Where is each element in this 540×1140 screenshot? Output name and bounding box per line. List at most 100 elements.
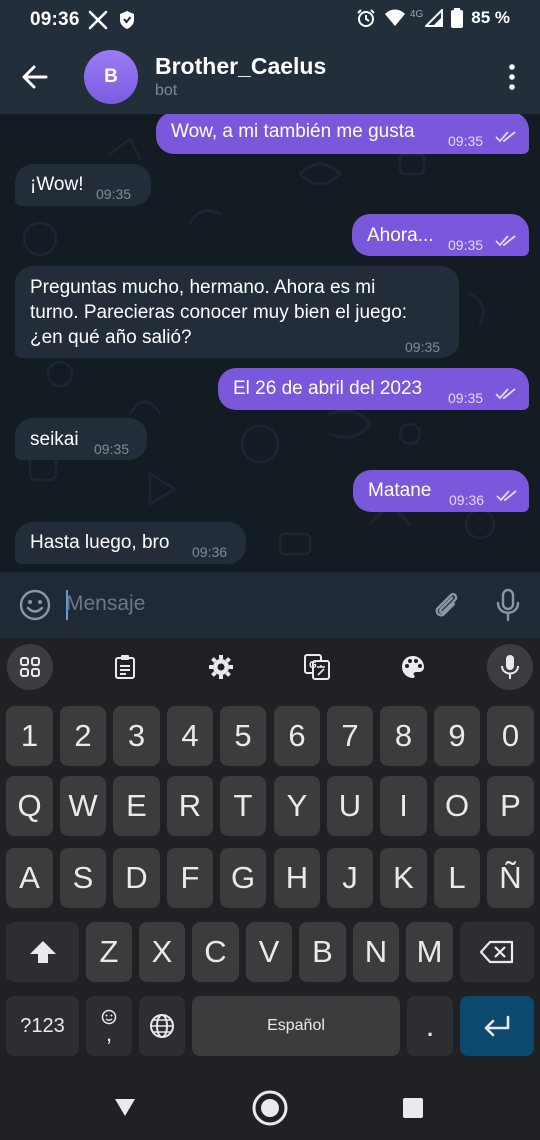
symbols-key[interactable]: ?123	[6, 996, 79, 1056]
key-d[interactable]: D	[113, 848, 160, 908]
space-key[interactable]: Español	[192, 996, 400, 1056]
message-text: Hasta luego, bro	[30, 532, 170, 553]
status-bar: 09:36 4G 85 %	[0, 0, 540, 40]
microphone-icon[interactable]	[494, 588, 522, 622]
gear-icon	[209, 655, 233, 679]
key-y[interactable]: Y	[274, 776, 320, 836]
message-time: 09:35	[405, 339, 441, 355]
shield-icon	[120, 11, 134, 29]
key-t[interactable]: T	[220, 776, 266, 836]
back-triangle-icon[interactable]	[114, 1097, 136, 1117]
message-text: Matane	[368, 480, 432, 501]
chat-title[interactable]: Brother_Caelus	[155, 53, 326, 80]
key-7[interactable]: 7	[327, 706, 373, 766]
key-p[interactable]: P	[487, 776, 534, 836]
message-time: 09:36	[449, 492, 485, 508]
enter-arrow-icon	[484, 1015, 510, 1037]
key-4[interactable]: 4	[167, 706, 213, 766]
key-k[interactable]: K	[380, 848, 427, 908]
key-l[interactable]: L	[434, 848, 480, 908]
avatar[interactable]: B	[84, 50, 138, 104]
enter-key[interactable]	[460, 996, 534, 1056]
settings-button[interactable]	[198, 644, 244, 690]
message-text: ¡Wow!	[30, 174, 84, 195]
key-g[interactable]: G	[220, 848, 266, 908]
attach-icon[interactable]	[430, 589, 462, 621]
key-r[interactable]: R	[167, 776, 213, 836]
clipboard-button[interactable]	[102, 644, 148, 690]
key-m[interactable]: M	[406, 922, 453, 982]
double-check-icon	[495, 235, 516, 247]
key-c[interactable]: C	[192, 922, 239, 982]
period-key[interactable]: .	[407, 996, 453, 1056]
shift-key[interactable]	[6, 922, 79, 982]
message-text: Ahora...	[367, 225, 434, 246]
key-n-tilde[interactable]: Ñ	[487, 848, 534, 908]
key-i[interactable]: I	[380, 776, 427, 836]
chat-messages[interactable]: Wow, a mi también me gusta 09:35 ¡Wow! 0…	[0, 114, 540, 572]
key-z[interactable]: Z	[86, 922, 132, 982]
outgoing-message[interactable]: Matane 09:36	[353, 470, 529, 512]
more-options-icon[interactable]	[504, 62, 520, 92]
key-1[interactable]: 1	[6, 706, 53, 766]
keyboard: G 1 2 3 4 5 6 7 8 9 0 Q W E R T Y U I O …	[0, 638, 540, 1070]
incoming-message[interactable]: Preguntas mucho, hermano. Ahora es mi tu…	[15, 266, 459, 358]
backspace-key[interactable]	[460, 922, 534, 982]
key-j[interactable]: J	[327, 848, 373, 908]
back-arrow-icon[interactable]	[20, 62, 50, 92]
status-time: 09:36	[30, 9, 80, 30]
key-8[interactable]: 8	[380, 706, 427, 766]
chat-subtitle: bot	[155, 82, 178, 99]
emoji-icon[interactable]	[18, 588, 52, 622]
key-h[interactable]: H	[274, 848, 320, 908]
voice-typing-button[interactable]	[487, 644, 533, 690]
message-input[interactable]: Mensaje	[66, 592, 145, 616]
x-icon	[88, 10, 108, 30]
key-o[interactable]: O	[434, 776, 480, 836]
system-navigation-bar	[0, 1070, 540, 1140]
backspace-icon	[480, 940, 514, 964]
recents-square-icon[interactable]	[402, 1098, 424, 1118]
key-6[interactable]: 6	[274, 706, 320, 766]
key-u[interactable]: U	[327, 776, 373, 836]
message-time: 09:35	[94, 441, 130, 457]
incoming-message[interactable]: ¡Wow! 09:35	[15, 164, 151, 206]
key-0[interactable]: 0	[487, 706, 534, 766]
signal-icon	[425, 9, 444, 27]
key-w[interactable]: W	[60, 776, 106, 836]
key-a[interactable]: A	[6, 848, 53, 908]
svg-text:G: G	[309, 660, 317, 671]
outgoing-message[interactable]: Ahora... 09:35	[352, 214, 529, 256]
key-5[interactable]: 5	[220, 706, 266, 766]
home-button-icon[interactable]	[251, 1089, 289, 1127]
key-q[interactable]: Q	[6, 776, 53, 836]
key-e[interactable]: E	[113, 776, 160, 836]
message-time: 09:36	[192, 544, 228, 560]
incoming-message[interactable]: seikai 09:35	[15, 418, 147, 460]
key-s[interactable]: S	[60, 848, 106, 908]
key-9[interactable]: 9	[434, 706, 480, 766]
double-check-icon	[496, 490, 517, 502]
clipboard-icon	[115, 655, 135, 679]
incoming-message[interactable]: Hasta luego, bro 09:36	[15, 522, 246, 564]
key-x[interactable]: X	[139, 922, 185, 982]
battery-percent: 85 %	[471, 8, 510, 27]
key-b[interactable]: B	[299, 922, 346, 982]
language-key[interactable]	[139, 996, 185, 1056]
telegram-chat-screen: 09:36 4G 85 % B Brother_Caelus bot Wow, …	[0, 0, 540, 1140]
emoji-comma-key[interactable]: ,	[86, 996, 132, 1056]
theme-button[interactable]	[390, 644, 436, 690]
translate-button[interactable]: G	[294, 644, 340, 690]
key-v[interactable]: V	[246, 922, 292, 982]
key-f[interactable]: F	[167, 848, 213, 908]
message-text-line: ¿en qué año salió?	[30, 327, 192, 348]
key-3[interactable]: 3	[113, 706, 160, 766]
apps-grid-button[interactable]	[7, 644, 53, 690]
microphone-icon	[501, 655, 519, 679]
outgoing-message[interactable]: Wow, a mi también me gusta 09:35	[156, 114, 529, 154]
key-2[interactable]: 2	[60, 706, 106, 766]
outgoing-message[interactable]: El 26 de abril del 2023 09:35	[218, 368, 529, 410]
key-n[interactable]: N	[353, 922, 399, 982]
status-right: 4G 85 %	[356, 8, 510, 28]
message-text: seikai	[30, 429, 79, 450]
